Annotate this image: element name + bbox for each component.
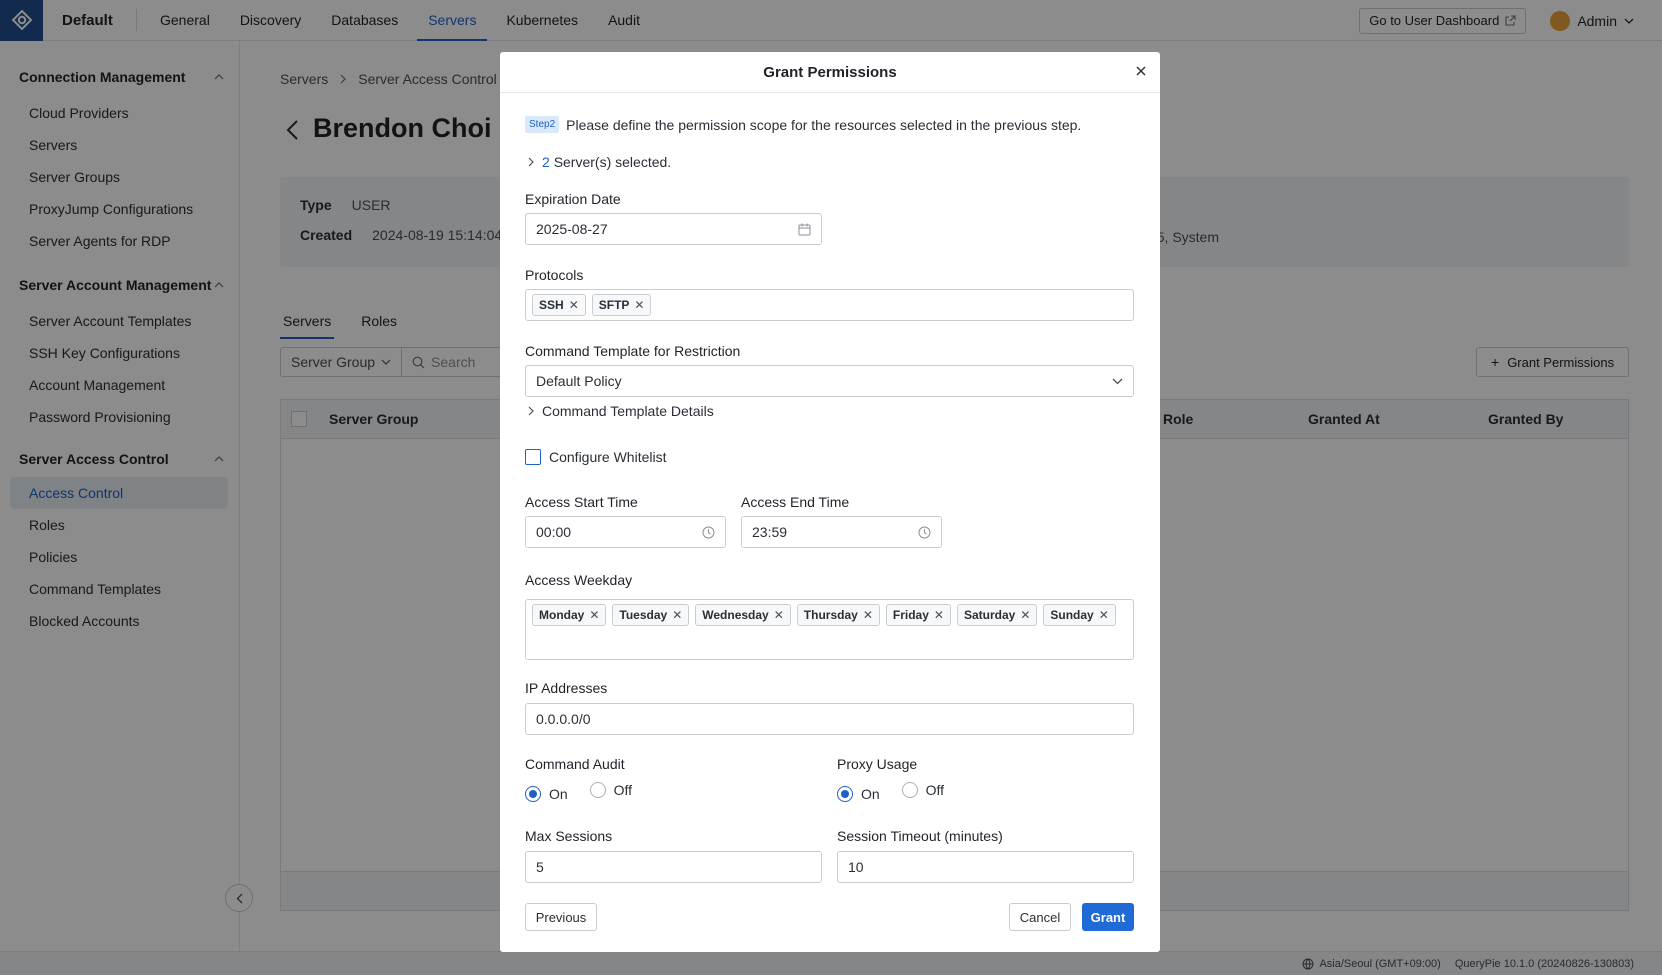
command-audit-label: Command Audit bbox=[525, 756, 625, 772]
chevron-down-icon bbox=[1112, 378, 1123, 384]
clock-icon bbox=[918, 526, 931, 538]
cancel-button[interactable]: Cancel bbox=[1009, 903, 1071, 931]
protocols-label: Protocols bbox=[525, 267, 584, 283]
ip-addresses-label: IP Addresses bbox=[525, 680, 608, 696]
radio-indicator bbox=[901, 782, 918, 798]
remove-tag-icon[interactable]: ✕ bbox=[1020, 608, 1030, 622]
access-start-time-label: Access Start Time bbox=[525, 494, 638, 510]
protocol-tag-sftp: SFTP ✕ bbox=[591, 294, 652, 316]
access-start-time-input[interactable]: 00:00 bbox=[525, 516, 726, 548]
weekday-tag-monday: Monday ✕ bbox=[532, 604, 607, 626]
command-audit-radio-group: On Off bbox=[525, 782, 650, 802]
weekday-tag-wednesday: Wednesday ✕ bbox=[695, 604, 791, 626]
tag-label: Wednesday bbox=[702, 608, 769, 622]
expiration-date-value: 2025-08-27 bbox=[536, 221, 608, 237]
remove-tag-icon[interactable]: ✕ bbox=[934, 608, 944, 622]
selected-servers-toggle[interactable]: 2 Server(s) selected. bbox=[528, 154, 671, 170]
clock-icon bbox=[702, 526, 715, 538]
selected-count: 2 bbox=[542, 154, 550, 170]
tag-label: SSH bbox=[539, 298, 564, 312]
command-template-label: Command Template for Restriction bbox=[525, 343, 741, 359]
tag-label: Thursday bbox=[803, 608, 858, 622]
command-template-details-label: Command Template Details bbox=[542, 403, 714, 419]
weekday-tag-thursday: Thursday ✕ bbox=[796, 604, 880, 626]
whitelist-checkbox-box[interactable] bbox=[525, 449, 541, 465]
tag-label: SFTP bbox=[598, 298, 630, 312]
tag-label: Monday bbox=[539, 608, 585, 622]
radio-selected-indicator bbox=[837, 786, 853, 802]
protocol-tag-ssh: SSH ✕ bbox=[532, 294, 586, 316]
remove-tag-icon[interactable]: ✕ bbox=[569, 298, 579, 312]
selected-text: Server(s) selected. bbox=[553, 154, 672, 170]
access-weekday-label: Access Weekday bbox=[525, 572, 633, 588]
max-sessions-value: 5 bbox=[536, 859, 544, 875]
access-weekday-tag-input[interactable]: Monday ✕ Tuesday ✕ Wednesday ✕ Thursday ✕ Fr… bbox=[525, 599, 1134, 660]
weekday-tag-friday: Friday ✕ bbox=[885, 604, 951, 626]
step-description: Step2 Please define the permission scope… bbox=[525, 116, 1081, 133]
chevron-right-icon bbox=[528, 406, 534, 416]
command-template-details-toggle[interactable]: Command Template Details bbox=[528, 403, 714, 419]
configure-whitelist-checkbox[interactable]: Configure Whitelist bbox=[525, 449, 667, 465]
command-template-value: Default Policy bbox=[536, 373, 622, 389]
expiration-date-label: Expiration Date bbox=[525, 191, 621, 207]
weekday-tag-sunday: Sunday ✕ bbox=[1043, 604, 1116, 626]
access-end-time-value: 23:59 bbox=[752, 524, 788, 540]
command-audit-off-radio[interactable]: Off bbox=[589, 782, 632, 798]
ip-addresses-value: 0.0.0.0/0 bbox=[536, 711, 591, 727]
step-badge: Step2 bbox=[525, 116, 560, 133]
whitelist-label: Configure Whitelist bbox=[549, 449, 667, 465]
remove-tag-icon[interactable]: ✕ bbox=[634, 298, 644, 312]
remove-tag-icon[interactable]: ✕ bbox=[1099, 608, 1109, 622]
remove-tag-icon[interactable]: ✕ bbox=[863, 608, 873, 622]
radio-indicator bbox=[589, 782, 606, 798]
tag-label: Friday bbox=[892, 608, 929, 622]
session-timeout-value: 10 bbox=[848, 859, 864, 875]
modal-header: Grant Permissions bbox=[500, 52, 1160, 93]
proxy-usage-label: Proxy Usage bbox=[837, 756, 918, 772]
max-sessions-input[interactable]: 5 bbox=[525, 851, 822, 883]
remove-tag-icon[interactable]: ✕ bbox=[672, 608, 682, 622]
session-timeout-label: Session Timeout (minutes) bbox=[837, 828, 1003, 844]
session-timeout-input[interactable]: 10 bbox=[837, 851, 1134, 883]
weekday-tag-tuesday: Tuesday ✕ bbox=[612, 604, 690, 626]
grant-button[interactable]: Grant bbox=[1082, 903, 1134, 931]
tag-label: Saturday bbox=[963, 608, 1016, 622]
calendar-icon bbox=[798, 223, 811, 235]
proxy-usage-on-radio[interactable]: On bbox=[837, 786, 880, 802]
tag-label: Tuesday bbox=[619, 608, 668, 622]
chevron-right-icon bbox=[528, 157, 534, 167]
previous-button[interactable]: Previous bbox=[525, 903, 597, 931]
proxy-usage-radio-group: On Off bbox=[837, 782, 962, 802]
radio-label: On bbox=[861, 786, 880, 802]
access-end-time-label: Access End Time bbox=[741, 494, 850, 510]
proxy-usage-off-radio[interactable]: Off bbox=[901, 782, 944, 798]
access-end-time-input[interactable]: 23:59 bbox=[741, 516, 942, 548]
expiration-date-input[interactable]: 2025-08-27 bbox=[525, 213, 822, 245]
ip-addresses-input[interactable]: 0.0.0.0/0 bbox=[525, 703, 1134, 735]
radio-label: Off bbox=[613, 782, 632, 798]
command-audit-on-radio[interactable]: On bbox=[525, 786, 568, 802]
close-icon[interactable] bbox=[1134, 64, 1148, 78]
radio-label: On bbox=[549, 786, 568, 802]
radio-label: Off bbox=[925, 782, 944, 798]
radio-selected-indicator bbox=[525, 786, 541, 802]
remove-tag-icon[interactable]: ✕ bbox=[589, 608, 599, 622]
access-start-time-value: 00:00 bbox=[536, 524, 572, 540]
max-sessions-label: Max Sessions bbox=[525, 828, 613, 844]
tag-label: Sunday bbox=[1050, 608, 1094, 622]
protocols-tag-input[interactable]: SSH ✕ SFTP ✕ bbox=[525, 289, 1134, 321]
command-template-select[interactable]: Default Policy bbox=[525, 365, 1134, 397]
remove-tag-icon[interactable]: ✕ bbox=[774, 608, 784, 622]
modal-title: Grant Permissions bbox=[763, 63, 897, 81]
grant-permissions-modal: Grant Permissions Step2 Please define th… bbox=[500, 52, 1160, 952]
weekday-tag-saturday: Saturday ✕ bbox=[956, 604, 1038, 626]
step-description-text: Please define the permission scope for t… bbox=[566, 116, 1082, 133]
